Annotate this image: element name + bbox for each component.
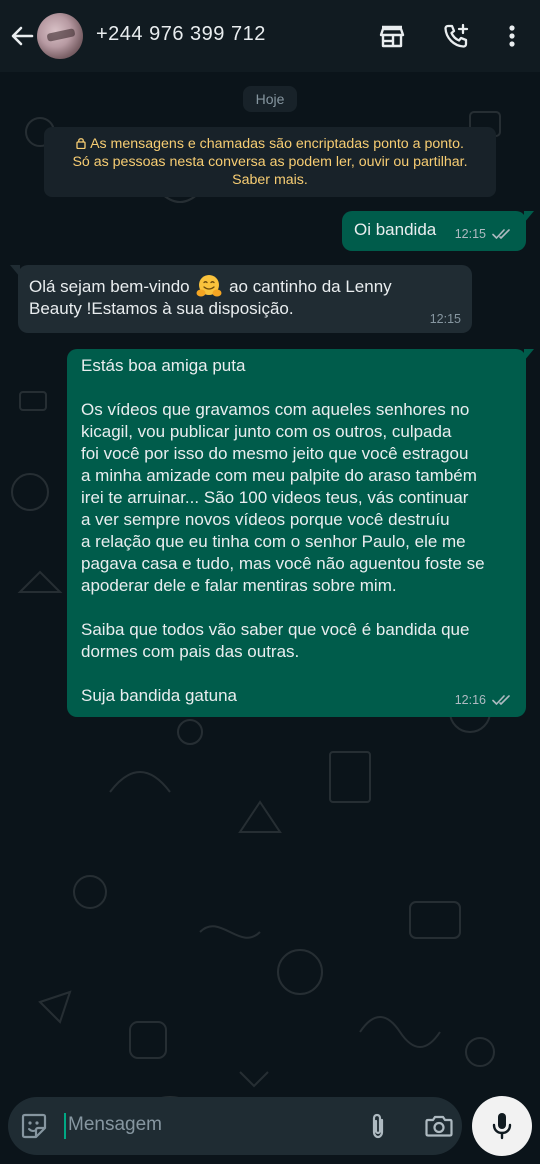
mic-button[interactable] bbox=[472, 1096, 532, 1156]
mic-icon bbox=[492, 1113, 512, 1140]
encryption-notice-line1: As mensagens e chamadas são encriptadas … bbox=[44, 135, 496, 153]
emoji-sticker-icon[interactable] bbox=[20, 1112, 48, 1140]
message-meta: 12:15 bbox=[430, 308, 461, 330]
message-time: 12:15 bbox=[429, 312, 461, 326]
add-call-icon[interactable] bbox=[442, 22, 470, 50]
message-bubble-outgoing[interactable]: Oi bandida 12:15 bbox=[342, 211, 534, 251]
message-bubble-incoming[interactable]: Olá sejam bem-vindo ao cantinho da Lenny… bbox=[10, 265, 472, 333]
bubble-tail bbox=[524, 349, 534, 361]
back-arrow-icon[interactable] bbox=[8, 22, 36, 50]
message-paragraph: Os vídeos que gravamos com aqueles senho… bbox=[81, 400, 485, 595]
avatar-image-detail bbox=[46, 28, 76, 42]
message-time: 12:15 bbox=[454, 227, 486, 241]
message-bubble-outgoing-long[interactable]: Estás boa amiga puta Os vídeos que grava… bbox=[67, 349, 534, 717]
chat-screen: +244 976 399 712 Hoje As mensagens e cha… bbox=[0, 0, 540, 1164]
encryption-notice-line2: Só as pessoas nesta conversa as podem le… bbox=[72, 154, 468, 170]
read-ticks-icon bbox=[492, 229, 510, 239]
attach-icon[interactable] bbox=[364, 1112, 392, 1140]
bubble-tail bbox=[10, 265, 20, 277]
message-text-part: ao cantinho da Lenny bbox=[229, 277, 392, 296]
contact-name[interactable]: +244 976 399 712 bbox=[96, 23, 266, 46]
hugging-face-emoji bbox=[196, 274, 222, 298]
message-text-line2: Beauty !Estamos à sua disposição. bbox=[29, 299, 294, 318]
lock-icon bbox=[76, 137, 86, 149]
read-ticks-icon bbox=[492, 695, 510, 705]
chat-header: +244 976 399 712 bbox=[0, 0, 540, 72]
encryption-notice[interactable]: As mensagens e chamadas são encriptadas … bbox=[44, 127, 496, 197]
message-meta: 12:15 bbox=[455, 223, 514, 245]
message-composer bbox=[8, 1097, 462, 1155]
message-time: 12:16 bbox=[454, 693, 486, 707]
camera-icon[interactable] bbox=[424, 1112, 454, 1140]
learn-more-link[interactable]: Saber mais. bbox=[44, 171, 496, 189]
bubble-tail bbox=[524, 211, 534, 223]
message-text: Oi bandida bbox=[354, 220, 437, 239]
date-separator: Hoje bbox=[243, 86, 297, 112]
message-paragraph: Saiba que todos vão saber que você é ban… bbox=[81, 620, 470, 661]
message-paragraph: Estás boa amiga puta bbox=[81, 356, 246, 375]
message-text-part: Olá sejam bem-vindo bbox=[29, 277, 190, 296]
shop-icon[interactable] bbox=[378, 22, 406, 50]
text-caret bbox=[64, 1113, 66, 1139]
message-paragraph: Suja bandida gatuna bbox=[81, 686, 237, 705]
encryption-notice-text1: As mensagens e chamadas são encriptadas … bbox=[90, 136, 464, 152]
more-vert-icon[interactable] bbox=[498, 22, 526, 50]
contact-avatar[interactable] bbox=[37, 13, 83, 59]
message-input[interactable] bbox=[68, 1110, 348, 1140]
message-meta: 12:16 bbox=[455, 689, 514, 711]
message-text-line1: Olá sejam bem-vindo ao cantinho da Lenny bbox=[29, 274, 462, 298]
